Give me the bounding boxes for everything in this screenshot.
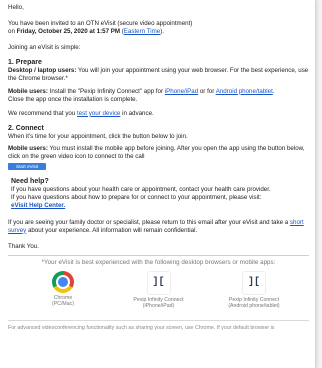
start-evisit-button[interactable]: Start eVisit <box>8 163 47 171</box>
prepare-heading: 1. Prepare <box>8 59 42 67</box>
recommend-end: in advance. <box>120 109 154 117</box>
email-body: Hello, You have been invited to an OTN e… <box>0 0 316 368</box>
test-device-link[interactable]: test your device <box>77 110 120 117</box>
survey-text-1: If you are seeing your family doctor or … <box>8 218 290 226</box>
help-line-1: If you have questions about your health … <box>11 186 271 194</box>
pexip-icon: ][ <box>146 270 171 295</box>
help-heading: Need help? <box>11 178 49 186</box>
greeting: Hello, <box>8 4 24 11</box>
mobile-instructions: Mobile users: Install the "Pexip Infinit… <box>8 88 309 104</box>
survey-text: If you are seeing your family doctor or … <box>8 219 309 235</box>
app-platform: (PC/Mac) <box>52 301 74 308</box>
connect-mobile-text: You must install the mobile app before j… <box>8 144 305 161</box>
android-link[interactable]: Android phone/tablet <box>216 88 273 95</box>
desktop-label: Desktop / laptop users: <box>8 67 77 75</box>
connect-mobile-label: Mobile users: <box>8 144 48 152</box>
tz-close: ). <box>160 28 165 36</box>
app-platform: (iPhone/iPad) <box>142 303 175 310</box>
best-experience-note: *Your eVisit is best experienced with th… <box>41 258 276 266</box>
footer-note: For advanced videoconferencing functiona… <box>8 320 309 332</box>
invite-on: on <box>8 28 17 36</box>
thank-you: Thank You. <box>8 242 39 250</box>
invite-text: You have been invited to an OTN eVisit (… <box>8 20 193 28</box>
divider <box>8 254 309 256</box>
mobile-close-text: Close the app once the installation is c… <box>8 95 138 103</box>
help-center-link[interactable]: eVisit Help Center. <box>11 202 65 209</box>
appointment-datetime: Friday, October 25, 2020 at 1:57 PM <box>16 28 121 36</box>
app-pexip-ios[interactable]: ][ Pexip Infinity Connect (iPhone/iPad) <box>114 270 204 310</box>
help-line-2: If you have questions about how to prepa… <box>11 194 262 202</box>
app-pexip-android[interactable]: ][ Pexip Infinity Connect (Android phone… <box>209 270 299 310</box>
connect-mobile: Mobile users: You must install the mobil… <box>8 145 309 161</box>
app-chrome[interactable]: Chrome (PC/Mac) <box>18 270 108 308</box>
invite-line: You have been invited to an OTN eVisit (… <box>8 20 309 36</box>
recommend-text: We recommend that you <box>8 109 78 117</box>
help-section: Need help? If you have questions about y… <box>11 177 309 210</box>
pexip-icon: ][ <box>242 270 266 295</box>
survey-text-2: about your experience. All information w… <box>26 226 198 234</box>
mobile-label: Mobile users: <box>8 87 48 95</box>
timezone-link[interactable]: Eastern Time <box>124 28 160 35</box>
desktop-instructions: Desktop / laptop users: You will join yo… <box>8 67 309 83</box>
mobile-or: or for <box>198 87 216 95</box>
recommend-line: We recommend that you test your device i… <box>8 110 309 118</box>
mobile-text: Install the "Pexip Infinity Connect" app… <box>47 87 165 95</box>
iphone-link[interactable]: iPhone/iPad <box>165 88 198 95</box>
app-platform: (Android phone/tablet) <box>228 303 280 310</box>
connect-line: When it's time for your appointment, cli… <box>8 132 188 140</box>
supported-apps: Chrome (PC/Mac) ][ Pexip Infinity Connec… <box>8 267 309 310</box>
mobile-period: . <box>272 87 275 95</box>
chrome-icon <box>52 270 74 293</box>
intro-text: Joining an eVisit is simple: <box>8 44 81 52</box>
connect-heading: 2. Connect <box>8 124 44 132</box>
